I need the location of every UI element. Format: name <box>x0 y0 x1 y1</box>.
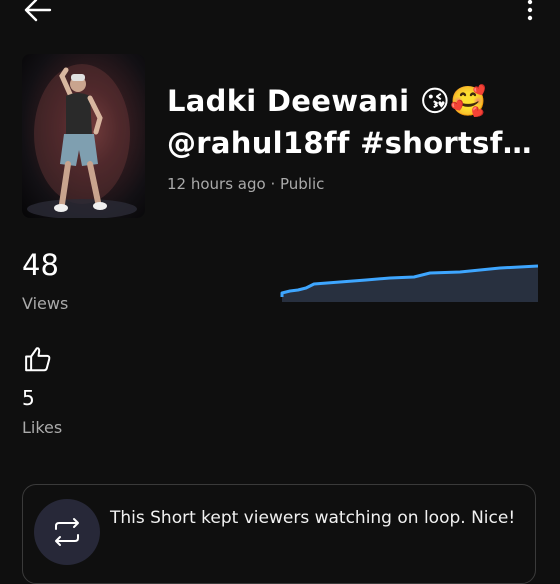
video-meta: 12 hours ago · Public <box>167 175 325 193</box>
thumbnail-figure <box>27 64 137 218</box>
video-title-line-2: @rahul18ff #shortsfe... <box>167 126 547 160</box>
arrow-left-icon <box>24 0 52 22</box>
more-options-button[interactable] <box>522 0 538 26</box>
more-vert-icon <box>527 0 533 21</box>
views-sparkline <box>280 264 538 302</box>
insight-card: This Short kept viewers watching on loop… <box>22 484 536 584</box>
top-bar <box>0 0 560 30</box>
views-label: Views <box>22 294 69 313</box>
repeat-icon <box>55 518 79 546</box>
insight-text: This Short kept viewers watching on loop… <box>110 508 516 528</box>
views-count: 48 <box>22 248 59 282</box>
video-title-line-1: Ladki Deewani 😘🥰 <box>167 84 487 118</box>
likes-count: 5 <box>22 386 35 410</box>
video-thumbnail[interactable] <box>22 54 145 218</box>
thumbs-up-icon <box>25 347 51 372</box>
back-button[interactable] <box>22 0 54 24</box>
loop-badge <box>34 499 100 565</box>
video-title: Ladki Deewani 😘🥰 @rahul18ff #shortsfe... <box>167 80 547 164</box>
like-button[interactable] <box>23 344 53 374</box>
likes-label: Likes <box>22 418 63 437</box>
